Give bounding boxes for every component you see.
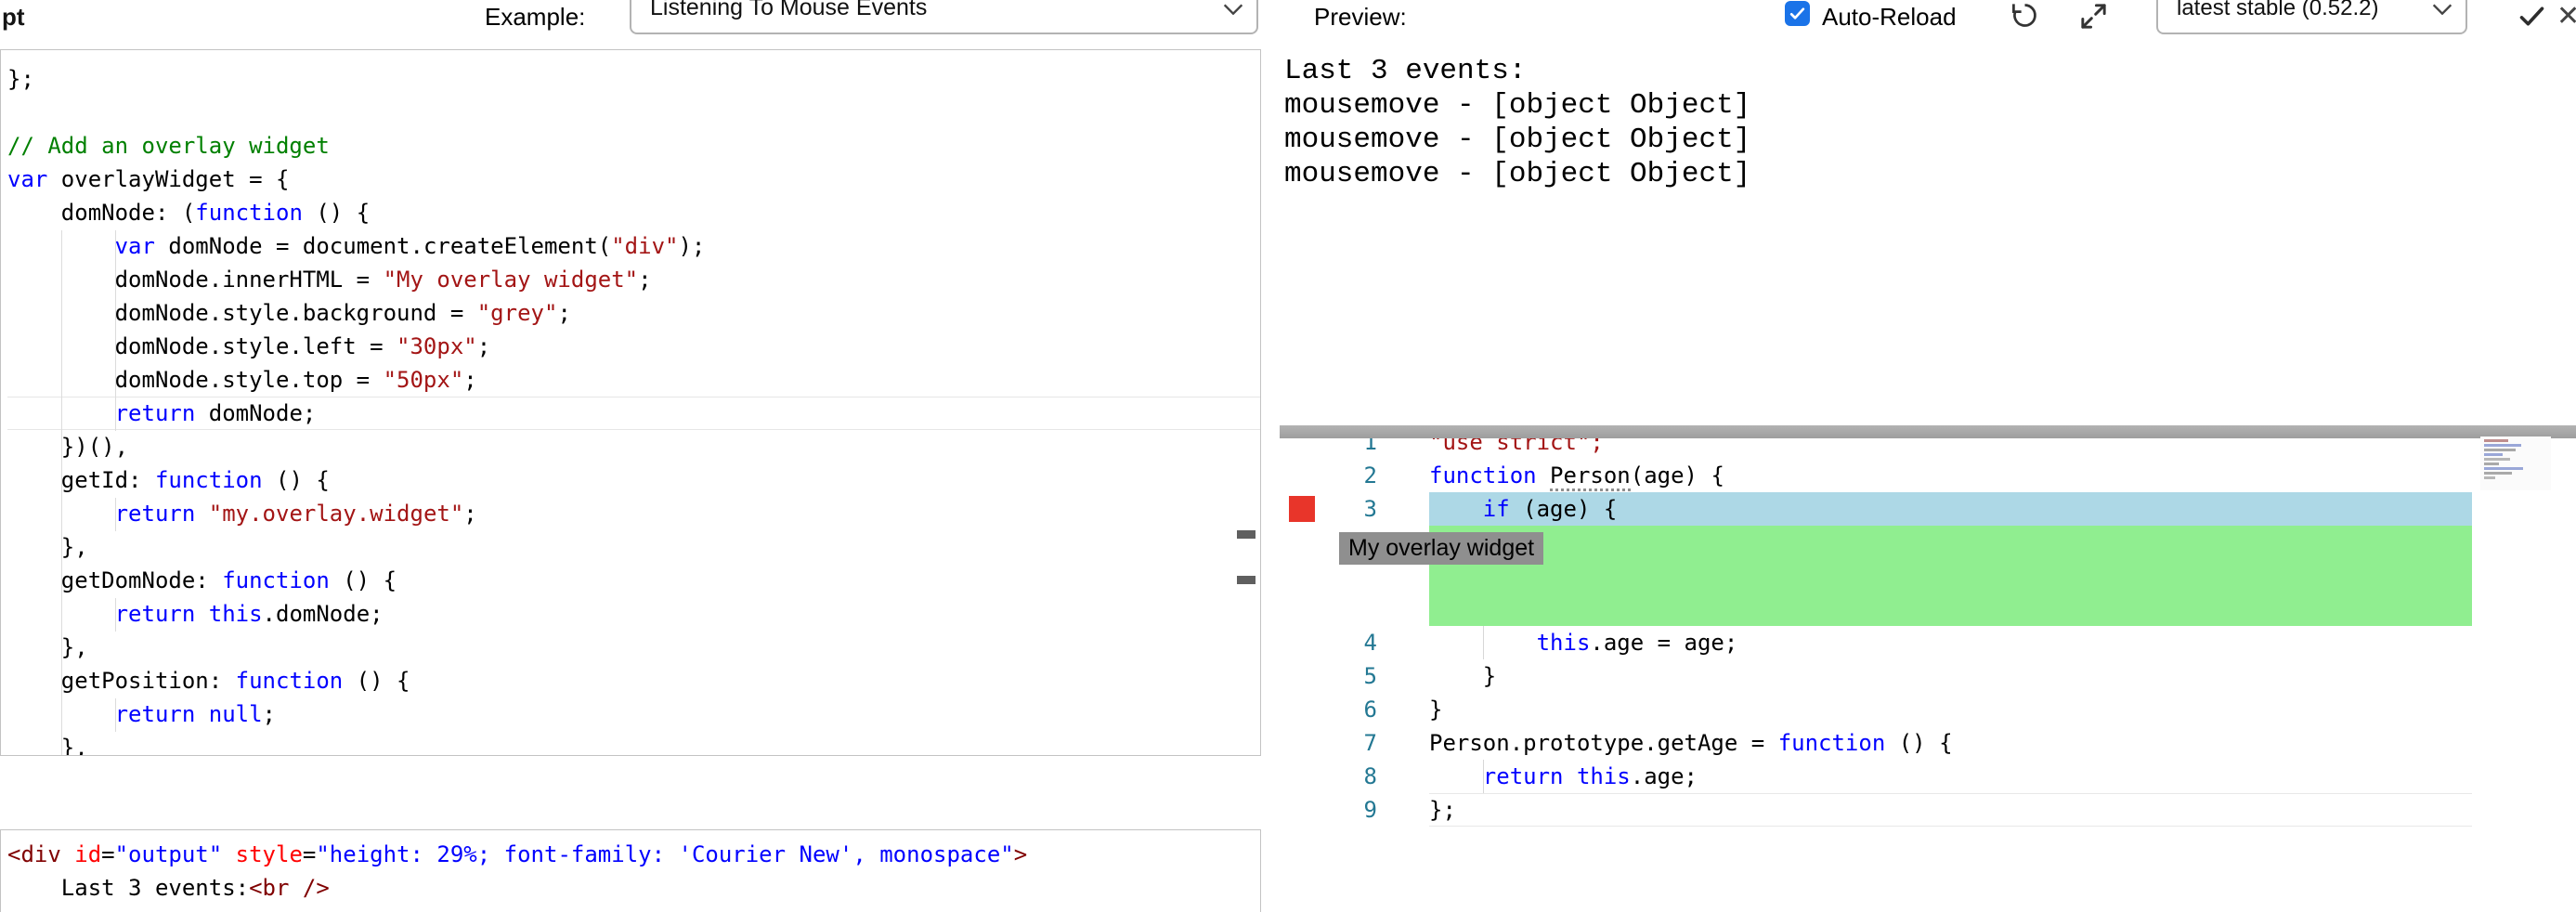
editor-row[interactable]: 2 function Person(age) {: [1280, 459, 2576, 492]
code-line[interactable]: })(),: [7, 430, 1260, 463]
glyph-margin: [1280, 492, 1326, 526]
output-line: mousemove - [object Object]: [1284, 124, 1751, 156]
line-number: 8: [1363, 763, 1377, 789]
indent-guide: [61, 230, 62, 755]
code-line[interactable]: },: [7, 530, 1260, 564]
output-line: mousemove - [object Object]: [1284, 158, 1751, 190]
horizontal-scrollbar[interactable]: [1280, 425, 2576, 438]
code-line[interactable]: };: [1377, 793, 1456, 827]
line-number: 3: [1363, 496, 1377, 522]
red-glyph-decoration: [1289, 496, 1315, 522]
indent-guide: [115, 598, 116, 632]
glyph-margin: [1280, 726, 1326, 760]
code-line[interactable]: domNode.style.background = "grey";: [7, 296, 1260, 330]
code-line[interactable]: var overlayWidget = {: [7, 163, 1260, 196]
line-number: 9: [1363, 797, 1377, 823]
code-line[interactable]: }: [1377, 693, 1442, 726]
line-number: 4: [1363, 630, 1377, 656]
code-area: <div id="output" style="height: 29%; fon…: [1, 830, 1260, 905]
code-line[interactable]: if (age) {: [1377, 492, 1618, 526]
editor-row[interactable]: 4 this.age = age;: [1280, 626, 2576, 659]
code-line[interactable]: };: [7, 62, 1260, 96]
code-line[interactable]: return "my.overlay.widget";: [7, 497, 1260, 530]
code-line[interactable]: Last 3 events:<br />: [7, 871, 1260, 905]
code-line[interactable]: domNode.style.left = "30px";: [7, 330, 1260, 363]
minimap-code-preview: [2484, 439, 2523, 479]
code-line[interactable]: <div id="output" style="height: 29%; fon…: [7, 838, 1260, 871]
code-line[interactable]: domNode.style.top = "50px";: [7, 363, 1260, 397]
glyph-margin: [1280, 793, 1326, 827]
line-number: 5: [1363, 663, 1377, 689]
reload-icon[interactable]: [2010, 0, 2040, 31]
code-line[interactable]: domNode.innerHTML = "My overlay widget";: [7, 263, 1260, 296]
code-line[interactable]: Person.prototype.getAge = function () {: [1377, 726, 1953, 760]
line-number: 6: [1363, 697, 1377, 723]
output-line: mousemove - [object Object]: [1284, 89, 1751, 122]
auto-reload-checkbox[interactable]: [1785, 1, 1810, 26]
preview-label: Preview:: [1314, 3, 1407, 31]
preview-output: Last 3 events: mousemove - [object Object…: [1284, 54, 1750, 191]
line-number: 2: [1363, 463, 1377, 489]
code-line[interactable]: // Add an overlay widget: [7, 129, 1260, 163]
preview-monaco-editor[interactable]: 1 "use strict"; 2 function Person(age) {3 i…: [1280, 423, 2576, 860]
check-icon: [1789, 7, 1805, 20]
code-area: }; // Add an overlay widget var overlayWi…: [1, 50, 1260, 755]
line-number: 7: [1363, 730, 1377, 756]
overview-ruler-mark: [1237, 576, 1255, 584]
glyph-margin: [1280, 659, 1326, 693]
code-line[interactable]: domNode: (function () {: [7, 196, 1260, 229]
code-line[interactable]: return null;: [7, 697, 1260, 731]
monaco-playground-page: pt Example: Listening To Mouse Events Pr…: [0, 0, 2576, 912]
glyph-margin: [1280, 760, 1326, 793]
minimap[interactable]: [2480, 436, 2551, 490]
code-line[interactable]: }: [1377, 659, 1496, 693]
version-select-value: latest stable (0.52.2): [2177, 0, 2379, 20]
code-line[interactable]: getId: function () {: [7, 463, 1260, 497]
code-line[interactable]: return domNode;: [7, 397, 1260, 430]
toolbar: pt Example: Listening To Mouse Events Pr…: [0, 0, 2576, 39]
chevron-down-icon: [1223, 3, 1243, 15]
close-icon[interactable]: ✕: [2556, 0, 2576, 33]
indent-guide: [115, 230, 116, 431]
editor-row[interactable]: 8 return this.age;: [1280, 760, 2576, 793]
code-line[interactable]: [7, 96, 1260, 129]
editor-row[interactable]: 9};: [1280, 793, 2576, 827]
code-line[interactable]: function Person(age) {: [1377, 459, 1724, 492]
tab-label-fragment[interactable]: pt: [2, 3, 25, 32]
example-label: Example:: [485, 3, 586, 31]
code-line[interactable]: },: [7, 631, 1260, 664]
glyph-margin: [1280, 626, 1326, 659]
version-select[interactable]: latest stable (0.52.2): [2156, 0, 2467, 34]
expand-icon[interactable]: [2077, 0, 2110, 33]
editor-row[interactable]: 5 }: [1280, 659, 2576, 693]
code-line[interactable]: getDomNode: function () {: [7, 564, 1260, 597]
code-line[interactable]: var domNode = document.createElement("di…: [7, 229, 1260, 263]
editor-row[interactable]: 3 if (age) {: [1280, 492, 2576, 526]
output-line: Last 3 events:: [1284, 55, 1527, 87]
glyph-margin: [1280, 459, 1326, 492]
overlay-widget: My overlay widget: [1339, 532, 1544, 565]
code-line[interactable]: getPosition: function () {: [7, 664, 1260, 697]
indent-guide: [115, 498, 116, 531]
code-line[interactable]: this.age = age;: [1377, 626, 1738, 659]
view-zone-green: [1429, 526, 2472, 626]
editor-row[interactable]: 7 Person.prototype.getAge = function () {: [1280, 726, 2576, 760]
auto-reload-label: Auto-Reload: [1822, 3, 1957, 31]
indent-guide: [115, 698, 116, 732]
glyph-margin: [1280, 693, 1326, 726]
code-line[interactable]: },: [7, 731, 1260, 755]
overview-ruler-mark: [1237, 530, 1255, 539]
code-line[interactable]: return this.age;: [1377, 760, 1698, 793]
playground-code-editor[interactable]: }; // Add an overlay widget var overlayWi…: [0, 49, 1261, 756]
code-line[interactable]: return this.domNode;: [7, 597, 1260, 631]
example-select-value: Listening To Mouse Events: [650, 0, 928, 20]
editor-rows: 1 "use strict"; 2 function Person(age) {3 i…: [1280, 423, 2576, 827]
example-select[interactable]: Listening To Mouse Events: [630, 0, 1258, 34]
editor-row[interactable]: 6}: [1280, 693, 2576, 726]
apply-check-icon[interactable]: [2517, 1, 2547, 32]
chevron-down-icon: [2432, 3, 2452, 15]
playground-html-editor[interactable]: <div id="output" style="height: 29%; fon…: [0, 829, 1261, 912]
